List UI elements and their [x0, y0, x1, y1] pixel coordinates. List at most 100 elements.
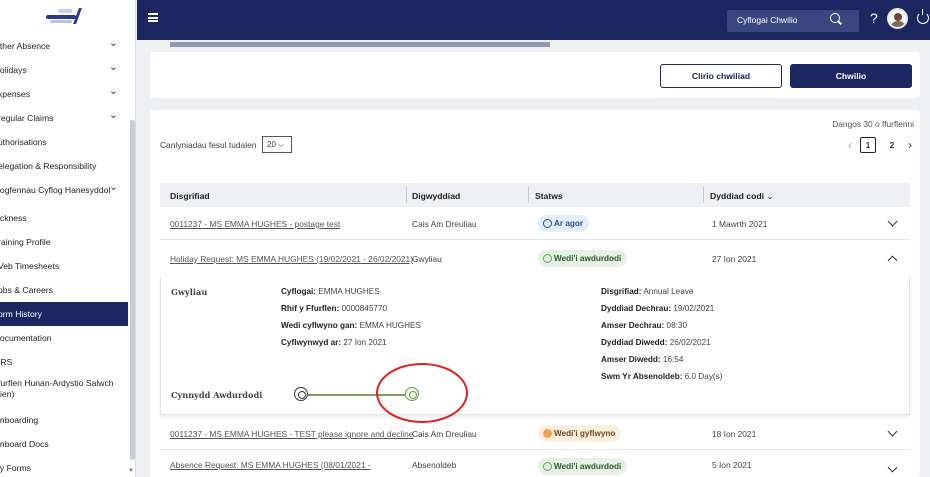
row-date: 27 Ion 2021 — [712, 254, 757, 264]
sidebar-item-label: IRS — [0, 357, 13, 367]
sidebar-item[interactable]: orm History — [0, 302, 128, 326]
sidebar-item-label-line2: ien) — [0, 389, 15, 399]
sidebar-item-label: orm History — [0, 309, 42, 319]
logo[interactable] — [0, 0, 135, 32]
previous-page-icon[interactable]: ‹ — [848, 138, 852, 152]
chevron-down-icon: ⌄ — [108, 181, 118, 193]
sidebar-item-label: ly Forms — [0, 463, 31, 473]
search-icon[interactable] — [830, 13, 840, 23]
detail-total: Swm Yr Absenoldeb: 6.0 Day(s) — [601, 372, 722, 381]
status-badge: Ar agor — [538, 215, 590, 232]
results-count: Dangos 30 o ffurflenni — [832, 119, 914, 129]
table-row-expanded[interactable]: Holiday Request: MS EMMA HUGHES (19/02/2… — [160, 243, 910, 275]
column-date[interactable]: Dyddiad codi ⌄ — [710, 191, 774, 202]
row-event: Gwyliau — [412, 254, 442, 264]
sidebar-item[interactable]: iogfennau Cyflog Hanesyddol ⌄ — [0, 178, 128, 202]
top-bar: Cyflogai Chwilio ? — [137, 0, 930, 40]
results-per-page-label: Canlyniadau fesul tudalen — [160, 140, 257, 150]
row-detail-panel: Gwyliau Cyflogai: EMMA HUGHES Rhif y Ffu… — [160, 277, 910, 423]
status-badge: Wedi'i awdurdodi — [538, 250, 628, 267]
sidebar-item[interactable]: locumentation — [0, 326, 128, 350]
detail-form-number: Rhif y Ffurflen: 0000845770 — [281, 304, 387, 313]
power-icon[interactable] — [917, 9, 929, 24]
sidebar-item-label: regular Claims — [0, 113, 54, 123]
employee-search-text: Cyflogai Chwilio — [737, 15, 798, 25]
next-page-icon[interactable]: › — [908, 138, 912, 152]
sidebar-scrollbar[interactable] — [130, 120, 135, 460]
detail-submitted-by-value: EMMA HUGHES — [359, 321, 421, 330]
sidebar-item[interactable]: elegation & Responsibility — [0, 154, 128, 178]
column-date-label: Dyddiad codi — [710, 191, 764, 201]
results-per-page-value: 20 — [267, 140, 276, 149]
detail-description-value: Annual Leave — [643, 287, 694, 296]
sidebar-item[interactable]: obs & Careers — [0, 278, 128, 302]
row-description[interactable]: 0011237 - MS EMMA HUGHES - TEST please i… — [170, 429, 413, 439]
expand-icon[interactable] — [887, 426, 898, 437]
column-description[interactable]: Disgrifiad — [170, 191, 210, 201]
sidebar-item[interactable]: ickness — [0, 206, 128, 230]
collapse-icon[interactable] — [887, 255, 898, 266]
detail-form-number-value: 0000845770 — [341, 304, 388, 313]
sidebar-item-label: raining Profile — [0, 237, 51, 247]
sidebar-item-label: furflen Hunan-Ardystio Salwch — [0, 378, 114, 388]
column-status[interactable]: Statws — [535, 191, 563, 201]
scroll-down-icon[interactable]: ▼ — [128, 468, 134, 474]
row-event: Cais Am Dreuliau — [412, 219, 477, 229]
sidebar-item-label: ickness — [0, 213, 27, 223]
sidebar-item[interactable]: regular Claims ⌄ — [0, 106, 128, 130]
chevron-down-icon: ⌄ — [108, 85, 118, 97]
avatar[interactable] — [887, 8, 908, 29]
sidebar-item[interactable]: inboard Docs — [0, 432, 128, 456]
sidebar-item[interactable]: IRS — [0, 350, 128, 374]
sidebar-item[interactable]: raining Profile — [0, 230, 128, 254]
detail-total-value: 6.0 Day(s) — [684, 372, 723, 381]
sidebar-item[interactable]: xpenses ⌄ — [0, 82, 128, 106]
clear-search-button[interactable]: Clirio chwiliad — [660, 64, 782, 88]
detail-submitted-on-label: Cyflwynwyd ar: — [281, 338, 342, 347]
detail-start-time-value: 08:30 — [666, 321, 688, 330]
help-icon[interactable]: ? — [870, 10, 878, 26]
page-2-button[interactable]: 2 — [884, 137, 900, 153]
page-1-button[interactable]: 1 — [860, 137, 876, 153]
row-description[interactable]: Absence Request: MS EMMA HUGHES (08/01/2… — [170, 460, 371, 470]
sidebar-item-label: locumentation — [0, 333, 52, 343]
row-description[interactable]: 0011237 - MS EMMA HUGHES - postage test — [170, 219, 340, 229]
search-panel: Clirio chwiliad Chwilio — [150, 42, 920, 98]
table-header: Disgrifiad Digwyddiad Statws Dyddiad cod… — [160, 183, 910, 207]
sidebar-item-label: uthorisations — [0, 137, 47, 147]
search-button[interactable]: Chwilio — [790, 64, 912, 88]
row-event: Cais Am Dreuliau — [412, 429, 477, 439]
sidebar-item-label: obs & Careers — [0, 285, 53, 295]
table-row[interactable]: Absence Request: MS EMMA HUGHES (08/01/2… — [160, 452, 910, 477]
sidebar-item-label: ither Absence — [0, 41, 51, 51]
expand-icon[interactable] — [887, 462, 898, 473]
chevron-down-icon: ⌵ — [278, 140, 285, 149]
table-row[interactable]: 0011237 - MS EMMA HUGHES - postage test … — [160, 208, 910, 240]
results-panel: Canlyniadau fesul tudalen 20 ⌵ Dangos 30… — [150, 110, 920, 477]
detail-total-label: Swm Yr Absenoldeb: — [601, 372, 683, 381]
status-badge: Wedi'i awdurdodi — [538, 458, 628, 475]
sidebar-item[interactable]: ly Forms — [0, 456, 128, 477]
menu-icon[interactable] — [148, 13, 158, 22]
expand-icon[interactable] — [887, 216, 898, 227]
sidebar-item[interactable]: ither Absence ⌄ — [0, 34, 128, 58]
table-row[interactable]: 0011237 - MS EMMA HUGHES - TEST please i… — [160, 418, 910, 450]
status-badge: Wedi'i gyflwyno — [538, 425, 622, 442]
detail-start-time-label: Amser Dechrau: — [601, 321, 665, 330]
pagination: ‹ 1 2 › — [848, 137, 912, 153]
detail-end-date-label: Dyddiad Diwedd: — [601, 338, 668, 347]
row-description[interactable]: Holiday Request: MS EMMA HUGHES (19/02/2… — [170, 254, 413, 264]
sidebar-item-label: elegation & Responsibility — [0, 161, 97, 171]
detail-description: Disgrifiad: Annual Leave — [601, 287, 693, 296]
column-event[interactable]: Digwyddiad — [412, 191, 460, 201]
sidebar-item[interactable]: lolidays ⌄ — [0, 58, 128, 82]
detail-end-time-value: 16:54 — [662, 355, 684, 364]
sidebar-item[interactable]: inboarding — [0, 408, 128, 432]
column-divider — [406, 187, 407, 203]
results-per-page-select[interactable]: 20 ⌵ — [262, 136, 292, 153]
sidebar-item[interactable]: Veb Timesheets — [0, 254, 128, 278]
detail-employee: Cyflogai: EMMA HUGHES — [281, 287, 380, 296]
detail-type: Gwyliau — [171, 287, 208, 297]
sidebar-item[interactable]: uthorisations — [0, 130, 128, 154]
sidebar-item[interactable]: furflen Hunan-Ardystio Salwch ien) — [0, 374, 128, 404]
